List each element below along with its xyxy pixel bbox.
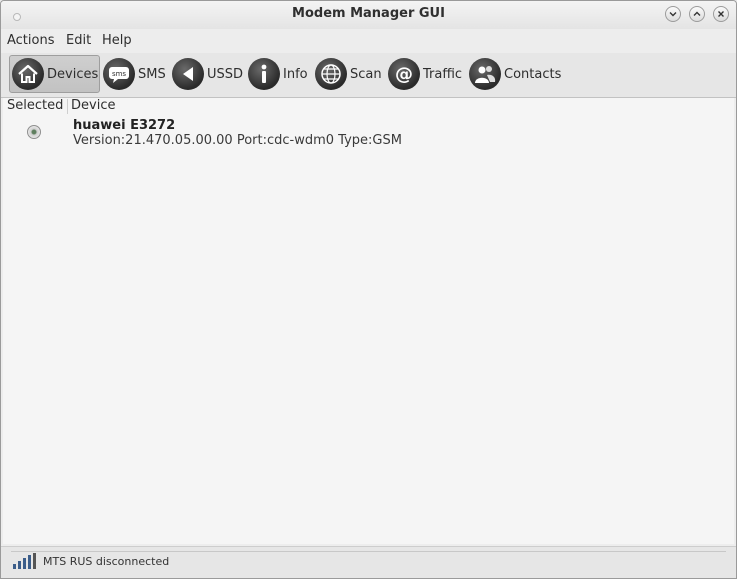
toolbar-scan-button[interactable]: Scan	[313, 55, 385, 93]
window-title: Modem Manager GUI	[292, 6, 445, 21]
menu-edit[interactable]: Edit	[66, 33, 91, 48]
toolbar-devices-label: Devices	[47, 66, 99, 82]
column-header-selected[interactable]: Selected	[7, 98, 63, 115]
title-bar[interactable]: Modem Manager GUI	[1, 1, 736, 29]
menu-help[interactable]: Help	[102, 33, 132, 48]
globe-icon	[315, 58, 347, 90]
toolbar-ussd-label: USSD	[207, 66, 244, 82]
column-header-device[interactable]: Device	[71, 98, 115, 115]
chevron-up-icon	[693, 11, 701, 16]
column-divider[interactable]	[67, 99, 68, 114]
device-selected-radio[interactable]	[27, 125, 41, 139]
toolbar-scan-label: Scan	[350, 66, 382, 82]
toolbar-info-label: Info	[283, 66, 308, 82]
app-window: Modem Manager GUI Actions Edit Help Devi…	[0, 0, 737, 579]
chevron-down-icon	[669, 12, 677, 17]
contacts-icon	[469, 58, 501, 90]
svg-text:@: @	[395, 64, 413, 85]
close-button[interactable]	[713, 6, 729, 22]
toolbar-sms-label: SMS	[138, 66, 166, 82]
svg-text:sms: sms	[112, 70, 126, 78]
maximize-button[interactable]	[689, 6, 705, 22]
toolbar-devices-button[interactable]: Devices	[9, 55, 100, 93]
toolbar-info-button[interactable]: Info	[246, 55, 312, 93]
minimize-button[interactable]	[665, 6, 681, 22]
device-list: Selected Device huawei E3272 Version:21.…	[3, 98, 734, 544]
menu-bar: Actions Edit Help	[1, 29, 736, 53]
signal-strength-icon	[13, 553, 36, 569]
home-icon	[12, 58, 44, 90]
toolbar-traffic-label: Traffic	[423, 66, 463, 82]
toolbar: Devices sms SMS USSD Info Scan @ Traffic…	[1, 53, 736, 98]
info-icon	[248, 58, 280, 90]
status-divider	[11, 551, 726, 552]
toolbar-contacts-label: Contacts	[504, 66, 562, 82]
at-icon: @	[388, 58, 420, 90]
toolbar-traffic-button[interactable]: @ Traffic	[386, 55, 466, 93]
ussd-icon	[172, 58, 204, 90]
status-bar: MTS RUS disconnected	[1, 546, 736, 578]
toolbar-ussd-button[interactable]: USSD	[170, 55, 245, 93]
device-name: huawei E3272	[73, 118, 176, 133]
sms-icon: sms	[103, 58, 135, 90]
menu-actions[interactable]: Actions	[7, 33, 55, 48]
device-info: Version:21.470.05.00.00 Port:cdc-wdm0 Ty…	[73, 133, 402, 148]
close-icon	[718, 11, 724, 17]
status-text: MTS RUS disconnected	[43, 555, 170, 568]
toolbar-contacts-button[interactable]: Contacts	[467, 55, 565, 93]
toolbar-sms-button[interactable]: sms SMS	[101, 55, 169, 93]
